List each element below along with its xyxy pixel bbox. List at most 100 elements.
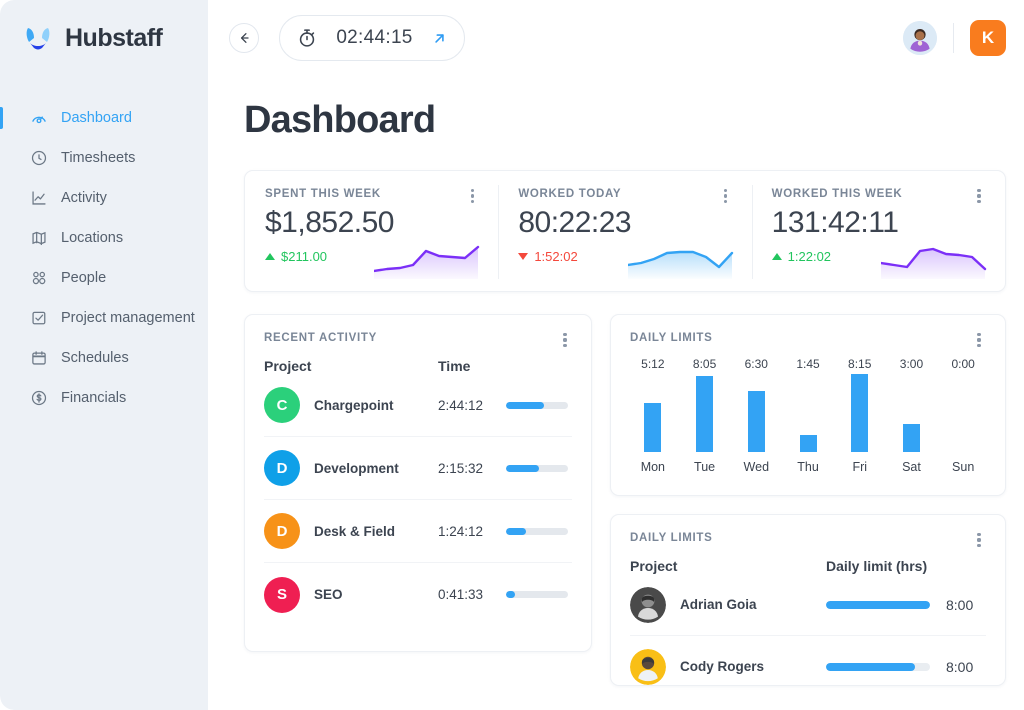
bar-category-label: Thu <box>797 460 819 474</box>
sidebar-item-activity[interactable]: Activity <box>0 178 208 218</box>
bar-slot <box>782 374 834 452</box>
person-name: Cody Rogers <box>680 659 765 674</box>
table-row[interactable]: Adrian Goia 8:00 <box>630 574 986 636</box>
bar-value-label: 0:00 <box>951 357 975 371</box>
timer-value: 02:44:15 <box>336 27 413 48</box>
table-row[interactable]: C Chargepoint 2:44:12 <box>264 374 572 437</box>
table-row[interactable]: D Desk & Field 1:24:12 <box>264 500 572 563</box>
dollar-circle-icon <box>31 390 47 406</box>
bar[interactable] <box>851 374 869 452</box>
project-name: Chargepoint <box>314 397 394 413</box>
sidebar: Hubstaff Dashboard Timesheets Activity L… <box>0 0 208 710</box>
recent-activity-panel: RECENT ACTIVITY Project Time C Chargepoi… <box>244 314 592 652</box>
bar-chart-column: 8:15 Fri <box>834 354 886 486</box>
bar-chart-column: 8:05 Tue <box>679 354 731 486</box>
panel-menu-button[interactable] <box>971 331 987 349</box>
stat-worked-today: WORKED TODAY 80:22:23 1:52:02 <box>498 171 751 291</box>
main-content: Dashboard SPENT THIS WEEK $1,852.50 $211… <box>208 76 1024 710</box>
column-header-project: Project <box>630 558 678 574</box>
bar[interactable] <box>644 403 662 452</box>
stat-label: WORKED THIS WEEK <box>771 188 903 200</box>
sparkline-chart <box>374 245 480 279</box>
stat-delta-value: 1:22:02 <box>787 249 832 264</box>
project-name: SEO <box>314 587 343 602</box>
left-column: RECENT ACTIVITY Project Time C Chargepoi… <box>244 314 592 686</box>
stat-delta-value: $211.00 <box>281 249 328 264</box>
project-avatar: D <box>264 450 300 486</box>
bar[interactable] <box>747 391 765 452</box>
user-avatar-adrian <box>630 586 666 623</box>
bar[interactable] <box>799 435 817 452</box>
sidebar-nav: Dashboard Timesheets Activity Locations <box>0 98 208 418</box>
daily-limits-chart-panel: DAILY LIMITS 5:12 Mon 8:05 Tue 6:30 Wed 1:45 Th… <box>610 314 1006 496</box>
bar-value-label: 5:12 <box>641 357 665 371</box>
sidebar-item-locations[interactable]: Locations <box>0 218 208 258</box>
panel-menu-button[interactable] <box>557 331 573 349</box>
sidebar-item-dashboard[interactable]: Dashboard <box>0 98 208 138</box>
bar-slot <box>627 374 679 452</box>
bar-slot <box>937 374 989 452</box>
bar[interactable] <box>696 376 714 452</box>
column-header-time: Time <box>438 358 471 374</box>
project-avatar: S <box>264 576 300 613</box>
bar-slot <box>730 374 782 452</box>
stat-menu-button[interactable] <box>464 187 480 205</box>
bar-category-label: Wed <box>743 460 770 474</box>
account-badge[interactable]: K <box>970 20 1006 56</box>
sparkline-chart <box>880 247 987 279</box>
bar-category-label: Sun <box>952 460 975 474</box>
stat-value: 131:42:11 <box>771 206 899 239</box>
arrow-left-icon <box>240 33 249 43</box>
table-row[interactable]: D Development 2:15:32 <box>264 437 572 500</box>
brand[interactable]: Hubstaff <box>0 0 208 76</box>
people-icon <box>32 271 46 285</box>
bar[interactable] <box>902 424 920 452</box>
timer-widget[interactable]: 02:44:15 <box>279 15 465 61</box>
bar-slot <box>679 374 731 452</box>
topbar: 02:44:15 K <box>208 0 1024 76</box>
sidebar-item-project-management[interactable]: Project management <box>0 298 208 338</box>
sidebar-item-label: Financials <box>61 390 127 406</box>
project-name: Development <box>314 460 399 476</box>
stat-menu-button[interactable] <box>718 187 734 205</box>
bar-value-label: 8:05 <box>692 357 717 371</box>
avatar[interactable] <box>903 21 937 55</box>
bar-chart-column: 6:30 Wed <box>730 354 782 486</box>
sidebar-item-timesheets[interactable]: Timesheets <box>0 138 208 178</box>
bar-category-label: Mon <box>640 460 666 474</box>
sidebar-item-schedules[interactable]: Schedules <box>0 338 208 378</box>
bar-chart-column: 3:00 Sat <box>886 354 938 486</box>
panel-title: RECENT ACTIVITY <box>264 332 377 344</box>
panel-menu-button[interactable] <box>971 531 987 549</box>
sidebar-item-financials[interactable]: Financials <box>0 378 208 418</box>
progress-bar <box>506 527 568 535</box>
progress-bar <box>826 600 930 609</box>
arrow-up-right-icon[interactable] <box>431 30 448 47</box>
stats-card: SPENT THIS WEEK $1,852.50 $211.00 WORKED… <box>244 170 1006 292</box>
column-header-project: Project <box>264 358 312 374</box>
table-row[interactable]: S SEO 0:41:33 <box>264 563 572 626</box>
stat-menu-button[interactable] <box>971 187 987 205</box>
sidebar-item-people[interactable]: People <box>0 258 208 298</box>
clock-icon <box>31 150 47 166</box>
column-header-daily-limit: Daily limit (hrs) <box>826 558 928 574</box>
bar-chart-column: 1:45 Thu <box>782 354 834 486</box>
progress-bar <box>826 662 930 671</box>
sidebar-item-label: People <box>61 270 107 286</box>
bar-value-label: 8:15 <box>848 357 872 371</box>
stat-label: WORKED TODAY <box>518 188 622 200</box>
app-window: Hubstaff Dashboard Timesheets Activity L… <box>0 0 1024 710</box>
stat-value: $1,852.50 <box>265 206 394 239</box>
user-avatar-cody <box>630 648 666 685</box>
topbar-right: K <box>903 20 1024 56</box>
back-button[interactable] <box>229 23 259 53</box>
bar-category-label: Sat <box>902 460 921 474</box>
table-row[interactable]: Cody Rogers 8:00 <box>630 636 986 685</box>
daily-limits-list-panel: DAILY LIMITS Project Daily limit (hrs) A… <box>610 514 1006 686</box>
bar-chart: 5:12 Mon 8:05 Tue 6:30 Wed 1:45 Thu 8:15 Fri 3:00 S… <box>627 354 989 486</box>
trend-up-icon <box>265 253 275 260</box>
checkbox-task-icon <box>32 311 46 325</box>
person-name: Adrian Goia <box>680 597 757 612</box>
speedometer-icon <box>32 116 46 124</box>
bar-category-label: Tue <box>694 460 716 474</box>
